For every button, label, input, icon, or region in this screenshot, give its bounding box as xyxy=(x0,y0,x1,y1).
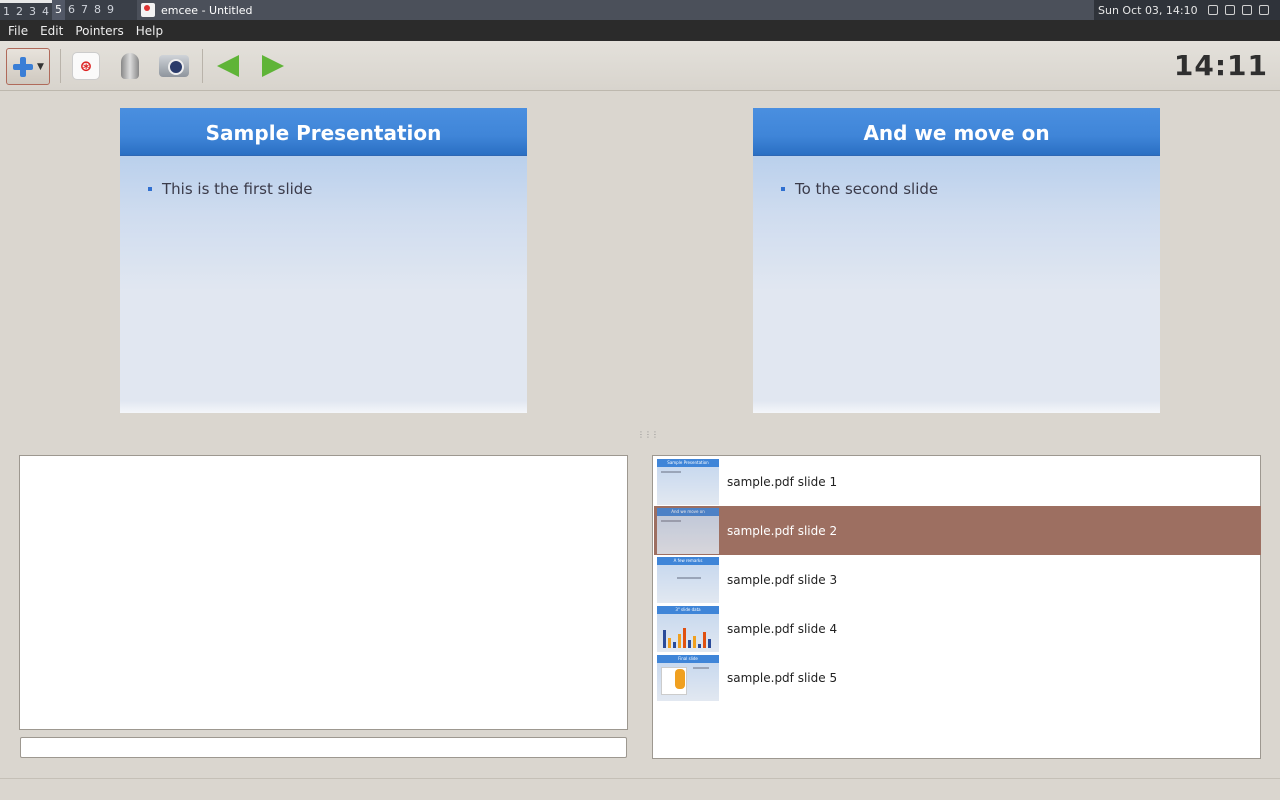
next-slide-bullet: To the second slide xyxy=(781,180,938,198)
slide-list: Sample Presentation sample.pdf slide 1 A… xyxy=(652,455,1261,759)
slide-thumbnail: Final slide xyxy=(657,654,719,701)
workspace-4[interactable]: 4 xyxy=(39,0,52,20)
toolbar-separator xyxy=(202,49,203,83)
window-title: emcee - Untitled xyxy=(161,3,253,17)
system-tray: Sun Oct 03, 14:10 xyxy=(1094,0,1280,20)
menu-edit[interactable]: Edit xyxy=(40,24,63,38)
thumbnail-title: And we move on xyxy=(657,507,719,516)
workspace-2[interactable]: 2 xyxy=(13,0,26,20)
workspace-6[interactable]: 6 xyxy=(65,0,78,20)
next-slide-title: And we move on xyxy=(753,108,1160,156)
slide-list-label: sample.pdf slide 5 xyxy=(727,670,838,685)
notes-input[interactable] xyxy=(20,737,627,758)
current-slide-preview[interactable]: Sample Presentation This is the first sl… xyxy=(120,108,527,413)
emcee-app-icon xyxy=(141,3,155,17)
next-slide-bullet-text: To the second slide xyxy=(795,180,939,198)
bluetooth-icon[interactable] xyxy=(1241,5,1252,15)
camera-icon xyxy=(159,55,189,77)
workspace-3[interactable]: 3 xyxy=(26,0,39,20)
slide-thumbnail: 3" slide data xyxy=(657,605,719,652)
previous-slide-button[interactable] xyxy=(210,49,246,83)
current-slide-bullet-text: This is the first slide xyxy=(162,180,313,198)
slide-list-label: sample.pdf slide 4 xyxy=(727,621,838,636)
menu-bar: File Edit Pointers Help xyxy=(0,20,1280,41)
menu-file[interactable]: File xyxy=(8,24,28,38)
next-slide-preview[interactable]: And we move on To the second slide xyxy=(753,108,1160,413)
workspace-7[interactable]: 7 xyxy=(78,0,91,20)
add-pointer-button[interactable]: ▼ xyxy=(6,48,50,85)
toolbar: ▼ ⊛ 14:11 xyxy=(0,41,1280,91)
toolbar-separator xyxy=(60,49,61,83)
slide-list-item[interactable]: 3" slide data sample.pdf slide 4 xyxy=(654,604,1261,653)
workspace-switcher: 1 2 3 4 5 6 7 8 9 xyxy=(0,0,117,20)
bullet-icon xyxy=(148,187,152,191)
datetime[interactable]: Sun Oct 03, 14:10 xyxy=(1098,4,1198,17)
current-slide-title: Sample Presentation xyxy=(120,108,527,156)
menu-pointers[interactable]: Pointers xyxy=(75,24,123,38)
wifi-icon[interactable] xyxy=(1224,5,1235,15)
broadcast-icon: ⊛ xyxy=(72,52,100,80)
slide-thumbnail: Sample Presentation xyxy=(657,458,719,505)
bar-chart-icon xyxy=(663,627,711,648)
thumbnail-title: A few remarks xyxy=(657,556,719,565)
menu-help[interactable]: Help xyxy=(136,24,163,38)
slide-list-label: sample.pdf slide 3 xyxy=(727,572,838,587)
slide-list-item[interactable]: A few remarks sample.pdf slide 3 xyxy=(654,555,1261,604)
next-slide-button[interactable] xyxy=(255,49,291,83)
current-slide-bullet: This is the first slide xyxy=(148,180,313,198)
taskbar-window-button[interactable]: emcee - Untitled xyxy=(137,0,1097,20)
slide-list-item[interactable]: Final slide sample.pdf slide 5 xyxy=(654,653,1261,702)
microphone-button[interactable] xyxy=(112,49,148,83)
microphone-icon xyxy=(121,53,139,79)
workspace-5[interactable]: 5 xyxy=(52,0,65,20)
signal-icon[interactable] xyxy=(1207,5,1218,15)
arrow-right-icon xyxy=(262,55,284,77)
figure-icon xyxy=(675,668,685,689)
slide-list-item-selected[interactable]: And we move on sample.pdf slide 2 xyxy=(654,506,1261,555)
pane-resize-handle[interactable]: ⋮⋮⋮ xyxy=(637,430,659,439)
slide-thumbnail: And we move on xyxy=(657,507,719,554)
thumbnail-title: Final slide xyxy=(657,654,719,663)
workspace-9[interactable]: 9 xyxy=(104,0,117,20)
chevron-down-icon[interactable]: ▼ xyxy=(37,62,44,72)
workspace-1[interactable]: 1 xyxy=(0,0,13,20)
arrow-left-icon xyxy=(217,55,239,77)
status-bar xyxy=(0,778,1280,800)
plus-icon xyxy=(12,56,34,78)
broadcast-button[interactable]: ⊛ xyxy=(68,49,104,83)
slide-list-label: sample.pdf slide 1 xyxy=(727,474,838,489)
notes-area[interactable] xyxy=(19,455,628,730)
thumbnail-title: Sample Presentation xyxy=(657,458,719,467)
slide-list-label: sample.pdf slide 2 xyxy=(727,523,838,538)
camera-button[interactable] xyxy=(156,49,192,83)
bullet-icon xyxy=(781,187,785,191)
slide-list-item[interactable]: Sample Presentation sample.pdf slide 1 xyxy=(654,457,1261,506)
presentation-timer: 14:11 xyxy=(1173,49,1268,82)
battery-icon[interactable] xyxy=(1258,5,1269,15)
system-panel: 1 2 3 4 5 6 7 8 9 emcee - Untitled Sun O… xyxy=(0,0,1280,20)
workspace-8[interactable]: 8 xyxy=(91,0,104,20)
thumbnail-title: 3" slide data xyxy=(657,605,719,614)
slide-thumbnail: A few remarks xyxy=(657,556,719,603)
